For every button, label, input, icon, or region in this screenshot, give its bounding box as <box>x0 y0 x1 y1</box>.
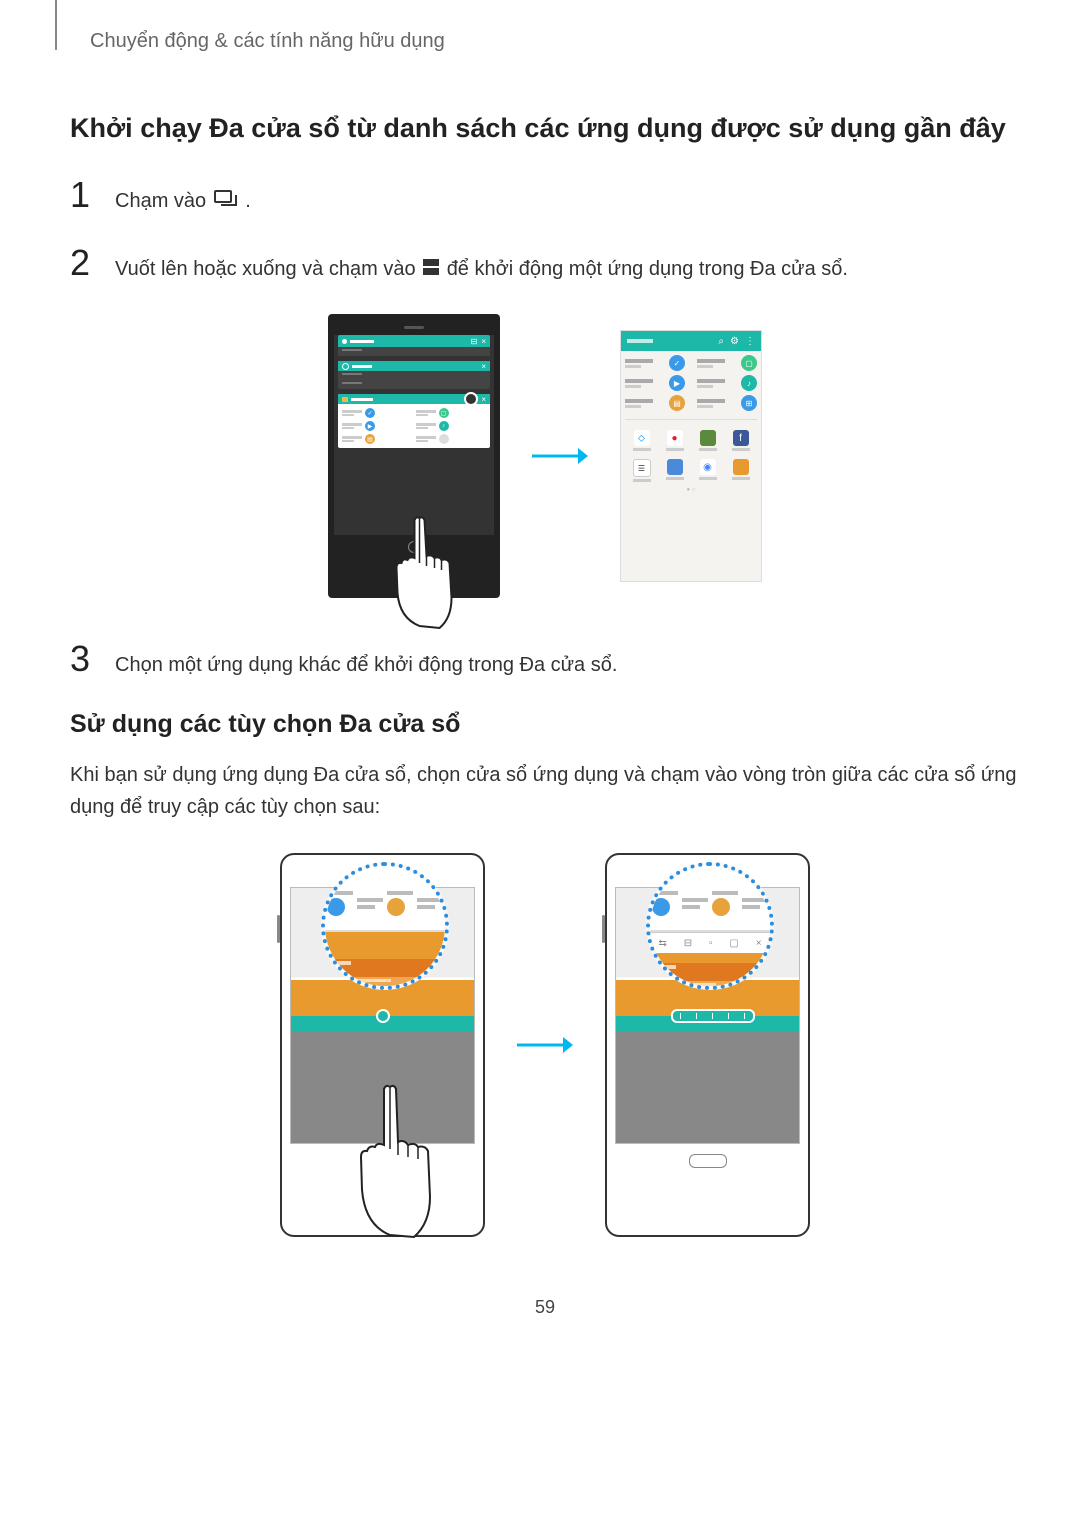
multiwindow-handle-icon <box>376 1009 390 1023</box>
heading-launch-multiwindow: Khởi chạy Đa cửa sổ từ danh sách các ứng… <box>70 113 1020 144</box>
hand-pointer-icon <box>390 508 460 638</box>
maximize-icon: ▢ <box>729 938 738 949</box>
settings-icon: ⚙ <box>730 336 739 347</box>
step-2-number: 2 <box>70 242 95 284</box>
magnifier-icon <box>321 862 449 990</box>
search-icon: ⌕ <box>718 336 724 347</box>
step-3-text: Chọn một ứng dụng khác để khởi động tron… <box>115 650 617 680</box>
step-1-number: 1 <box>70 174 95 216</box>
minimize-icon: ▫ <box>709 938 713 949</box>
heading-multiwindow-options: Sử dụng các tùy chọn Đa cửa sổ <box>70 710 1020 739</box>
step-2-text-b: để khởi động một ứng dụng trong Đa cửa s… <box>447 258 848 280</box>
phone-options-after: ⇆ ⊟ ▫ ▢ × <box>605 853 810 1237</box>
body-multiwindow-options: Khi bạn sử dụng ứng dụng Đa cửa sổ, chọn… <box>70 759 1020 823</box>
step-2: 2 Vuốt lên hoặc xuống và chạm vào để khở… <box>70 242 1020 285</box>
step-1-text-a: Chạm vào <box>115 190 212 212</box>
step-3: 3 Chọn một ứng dụng khác để khởi động tr… <box>70 638 1020 680</box>
phone-options-before <box>280 853 485 1237</box>
more-icon: ⋮ <box>745 336 755 347</box>
multiwindow-toolbar-icon <box>671 1009 755 1023</box>
page-number: 59 <box>70 1297 1020 1318</box>
arrow-right-icon <box>515 1033 575 1057</box>
switch-icon: ⇆ <box>658 938 666 949</box>
step-1-text-b: . <box>245 190 251 212</box>
multiwindow-icon <box>423 254 439 284</box>
arrow-right-icon <box>530 444 590 468</box>
step-1: 1 Chạm vào . <box>70 174 1020 217</box>
breadcrumb: Chuyển động & các tính năng hữu dụng <box>70 30 1020 53</box>
magnifier-icon: ⇆ ⊟ ▫ ▢ × <box>646 862 774 990</box>
step-3-number: 3 <box>70 638 95 680</box>
close-icon: × <box>756 938 762 949</box>
step-2-text-a: Vuốt lên hoặc xuống và chạm vào <box>115 258 421 280</box>
figure-multiwindow-launch: ⊟× × × ✓ ▢ ▶ <box>70 314 1020 598</box>
figure-multiwindow-options: ⇆ ⊟ ▫ ▢ × <box>70 853 1020 1237</box>
files-app-panel: ⌕ ⚙ ⋮ ✓ ▢ ▶ ♪ ▤ ⊞ ⬦ ● f ☰ <box>620 330 762 582</box>
drag-icon: ⊟ <box>684 938 692 949</box>
phone-recent-apps: ⊟× × × ✓ ▢ ▶ <box>328 314 500 598</box>
hand-pointer-icon <box>352 1075 442 1255</box>
recent-apps-icon <box>214 187 238 217</box>
